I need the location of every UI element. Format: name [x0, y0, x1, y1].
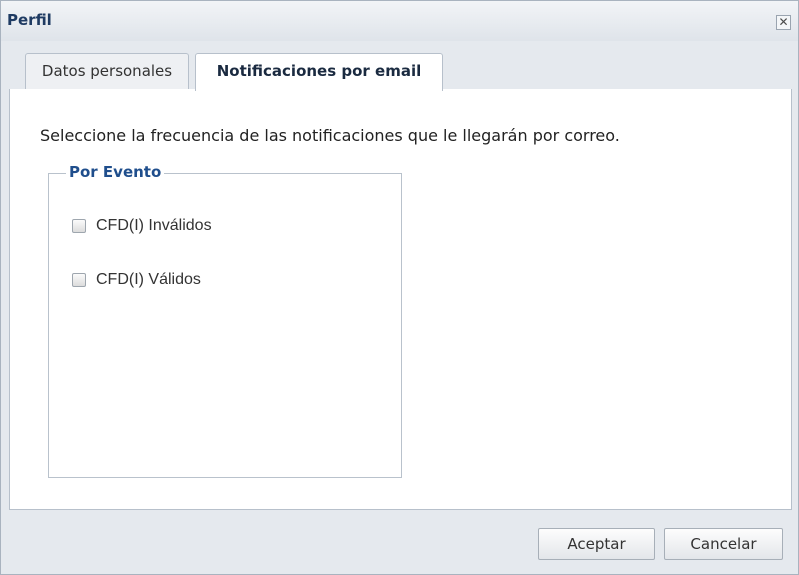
cancel-button[interactable]: Cancelar — [664, 528, 783, 560]
por-evento-fieldset: Por Evento CFD(I) Inválidos CFD(I) Válid… — [48, 163, 402, 478]
option-invalidos[interactable]: CFD(I) Inválidos — [72, 214, 212, 238]
dialog-title: Perfil — [7, 11, 52, 29]
fieldset-legend: Por Evento — [66, 163, 165, 181]
dialog-titlebar[interactable]: Perfil ✕ — [1, 1, 798, 41]
checkbox-validos[interactable] — [72, 273, 86, 287]
option-validos-label[interactable]: CFD(I) Válidos — [96, 271, 201, 289]
accept-button[interactable]: Aceptar — [538, 528, 655, 560]
option-validos[interactable]: CFD(I) Válidos — [72, 268, 201, 292]
close-icon[interactable]: ✕ — [776, 15, 791, 30]
option-invalidos-label[interactable]: CFD(I) Inválidos — [96, 217, 212, 235]
notifications-panel: Seleccione la frecuencia de las notifica… — [9, 89, 792, 510]
tab-notificaciones-email[interactable]: Notificaciones por email — [195, 53, 443, 91]
checkbox-invalidos[interactable] — [72, 219, 86, 233]
profile-dialog: Perfil ✕ Datos personales Notificaciones… — [0, 0, 799, 575]
intro-text: Seleccione la frecuencia de las notifica… — [40, 126, 620, 145]
tab-datos-personales[interactable]: Datos personales — [25, 53, 189, 89]
